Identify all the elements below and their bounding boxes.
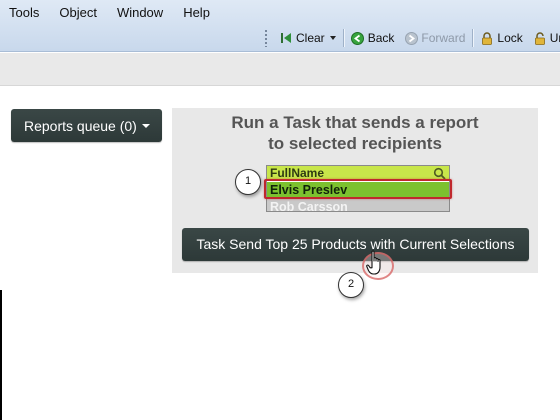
chevron-down-icon[interactable] xyxy=(329,36,336,40)
back-button[interactable]: Back xyxy=(346,27,400,49)
window-edge-divider xyxy=(0,290,2,420)
clear-selections-icon xyxy=(279,31,293,45)
clear-button[interactable]: Clear xyxy=(274,27,341,49)
menu-bar: Tools Object Window Help xyxy=(0,0,220,26)
task-heading: Run a Task that sends a report to select… xyxy=(172,112,538,154)
caret-down-icon xyxy=(141,123,150,128)
sheet-tab-band xyxy=(0,53,560,86)
toolbar: Clear Back Forward Lock U xyxy=(264,26,560,50)
unlock-button[interactable]: Unlo xyxy=(528,27,560,49)
listbox-row[interactable]: Rob Carsson xyxy=(267,199,449,211)
menu-window[interactable]: Window xyxy=(107,0,173,26)
task-panel: Run a Task that sends a report to select… xyxy=(172,108,538,273)
app-window: Tools Object Window Help Clear Back Forw… xyxy=(0,0,560,420)
menu-object[interactable]: Object xyxy=(49,0,107,26)
back-arrow-icon xyxy=(351,31,365,45)
forward-button[interactable]: Forward xyxy=(399,27,470,49)
reports-queue-button[interactable]: Reports queue (0) xyxy=(11,109,162,142)
app-chrome: Tools Object Window Help Clear Back Forw… xyxy=(0,0,560,52)
unlock-label: Unlo xyxy=(549,31,560,45)
toolbar-divider xyxy=(342,29,344,47)
toolbar-divider xyxy=(472,29,474,47)
lock-button[interactable]: Lock xyxy=(475,27,527,49)
task-heading-line2: to selected recipients xyxy=(268,134,442,153)
menu-help[interactable]: Help xyxy=(173,0,220,26)
task-heading-line1: Run a Task that sends a report xyxy=(231,113,479,132)
send-task-button[interactable]: Task Send Top 25 Products with Current S… xyxy=(182,228,529,261)
step-marker-1: 1 xyxy=(235,169,261,195)
lock-icon xyxy=(480,31,494,45)
clear-label: Clear xyxy=(296,31,325,45)
menu-tools[interactable]: Tools xyxy=(0,0,49,26)
hand-pointer-icon xyxy=(366,250,386,276)
step-marker-2: 2 xyxy=(338,272,364,298)
toolbar-grip[interactable] xyxy=(264,29,268,47)
listbox-header-label: FullName xyxy=(270,166,325,180)
forward-arrow-icon xyxy=(404,31,418,45)
forward-label: Forward xyxy=(421,31,466,45)
reports-queue-label: Reports queue (0) xyxy=(24,117,137,134)
selection-highlight-box xyxy=(264,179,452,199)
back-label: Back xyxy=(367,31,395,45)
lock-label: Lock xyxy=(497,31,523,45)
unlock-icon xyxy=(533,31,547,45)
